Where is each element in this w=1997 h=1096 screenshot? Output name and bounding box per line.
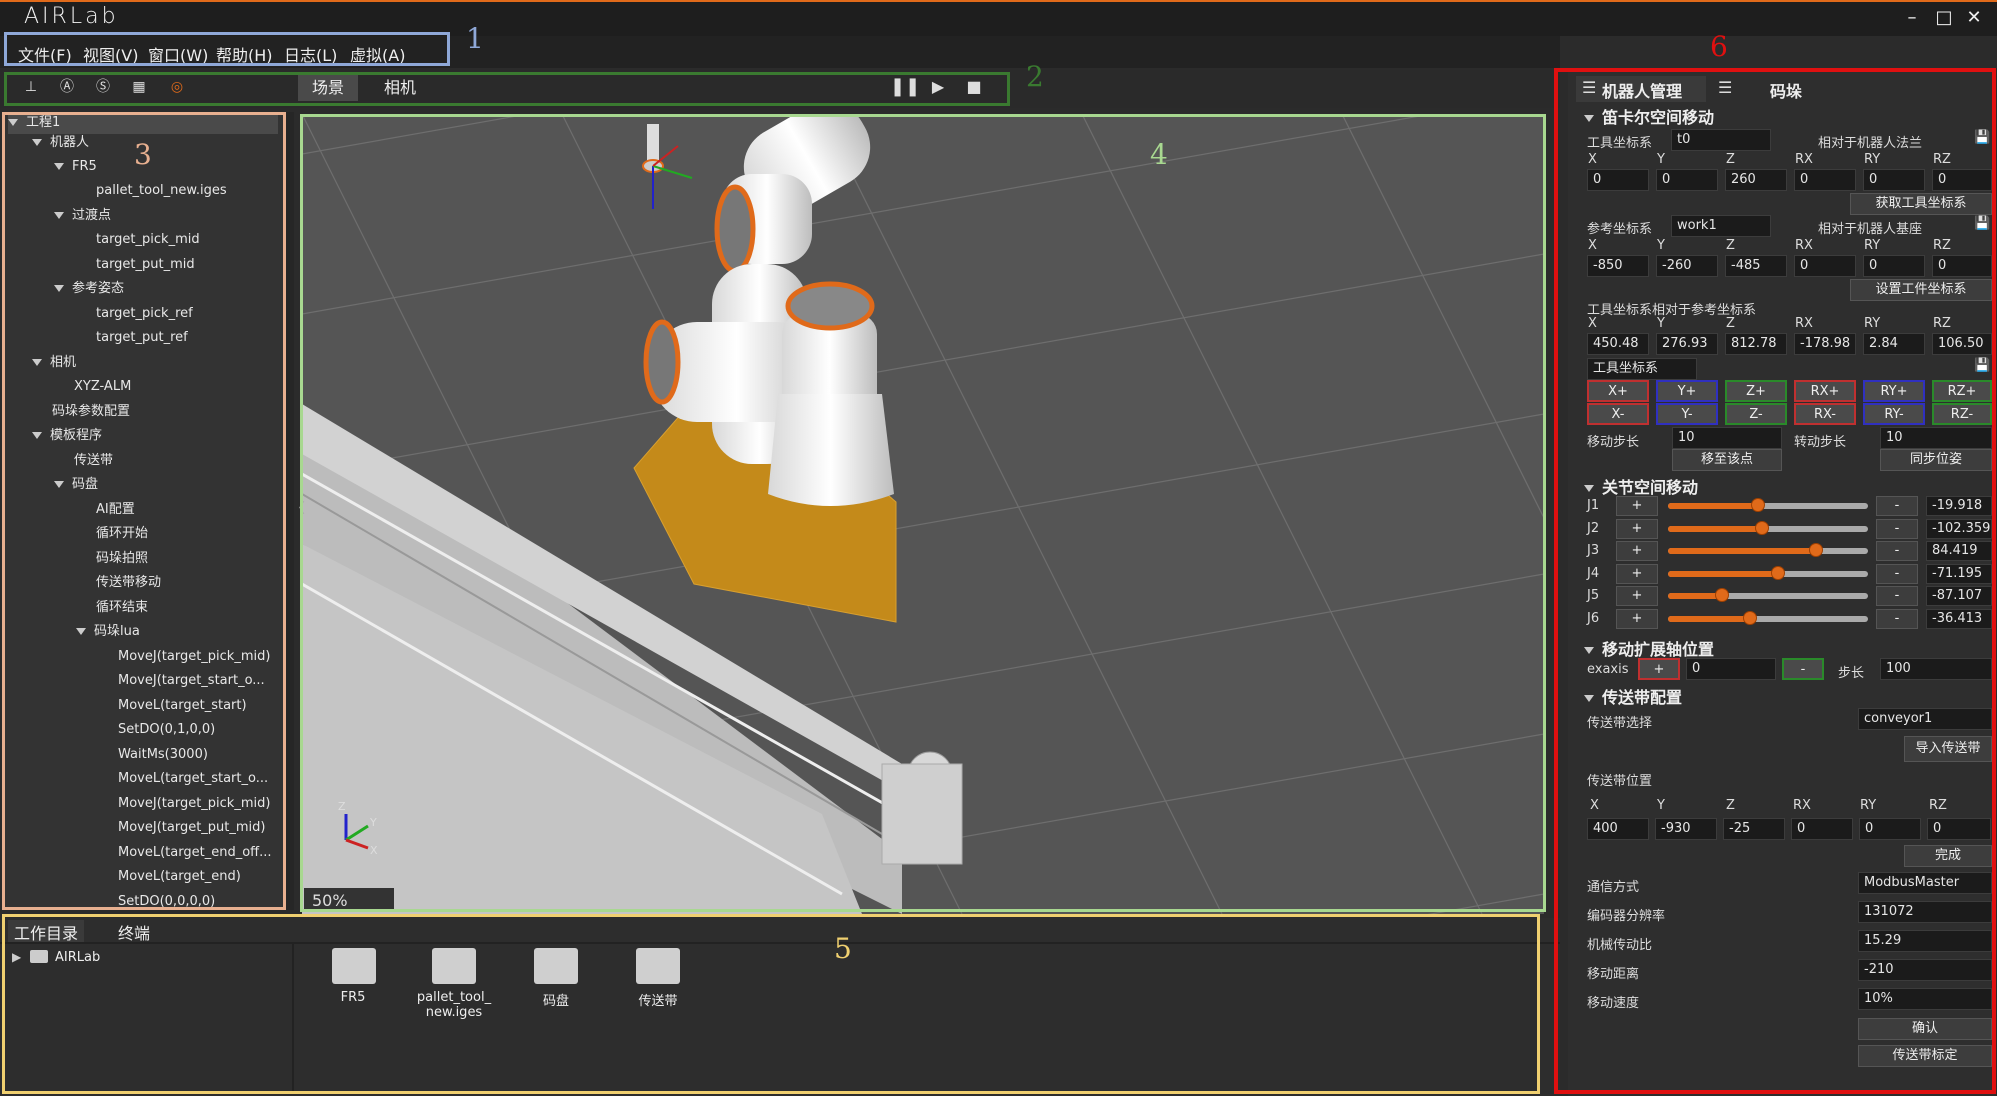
maximize-icon[interactable]: □ (1932, 6, 1956, 30)
annotation-box-3 (2, 112, 286, 910)
minimize-icon[interactable]: – (1900, 6, 1924, 30)
annotation-label-3: 3 (134, 138, 152, 171)
annotation-box-5 (2, 914, 1540, 1094)
annotation-label-5: 5 (834, 932, 852, 965)
annotation-box-6 (1554, 68, 1996, 1094)
annotation-label-4: 4 (1150, 138, 1168, 171)
close-icon[interactable]: ✕ (1962, 6, 1986, 30)
app-logo: AIRLab (24, 4, 119, 29)
annotation-label-2: 2 (1026, 60, 1044, 93)
annotation-box-2 (4, 72, 1010, 106)
title-bar (0, 0, 1997, 36)
annotation-box-1 (4, 32, 450, 66)
splitter-handle-icon[interactable]: 〈 (291, 498, 305, 520)
annotation-box-4 (300, 114, 1546, 912)
annotation-label-1: 1 (466, 22, 484, 55)
annotation-label-6: 6 (1710, 30, 1728, 63)
